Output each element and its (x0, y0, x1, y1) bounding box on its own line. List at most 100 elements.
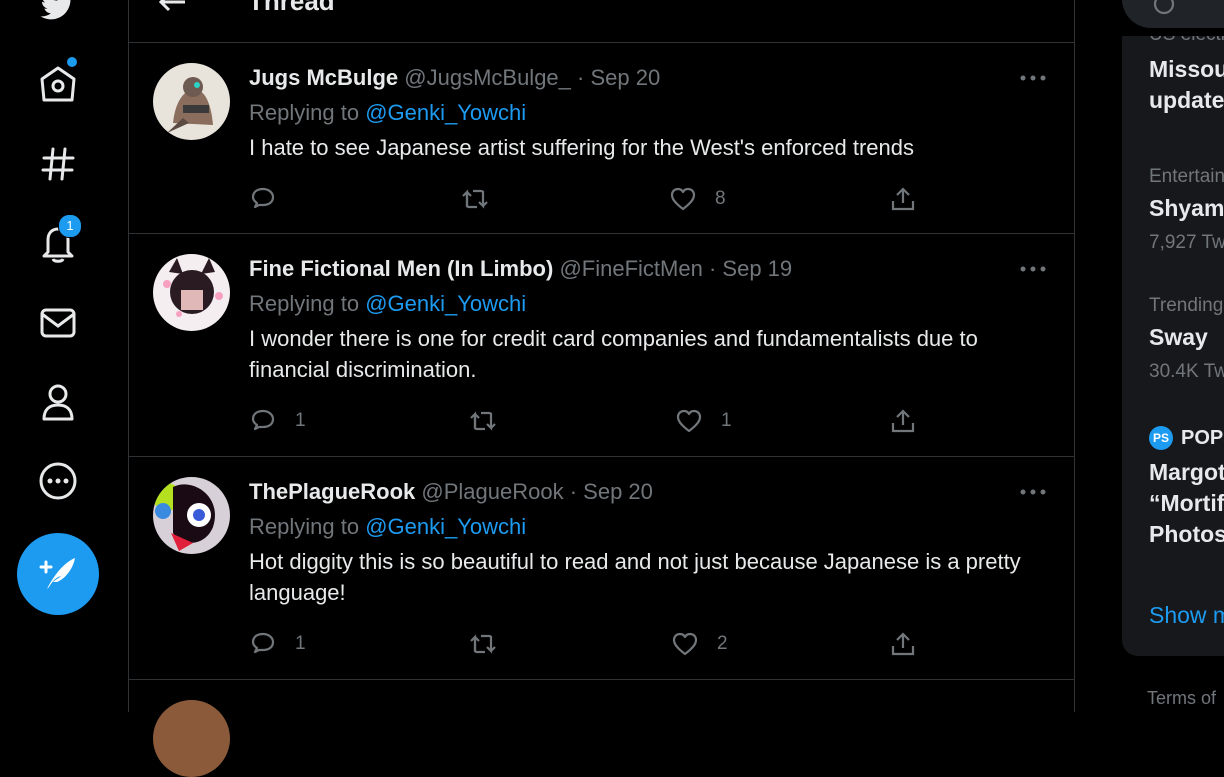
news-source: PS POPS (1149, 426, 1224, 450)
reply-count: 1 (295, 410, 306, 431)
reply-icon (249, 630, 277, 658)
popsugar-logo-icon: PS (1149, 426, 1173, 450)
tweet-item[interactable] (129, 680, 1074, 777)
tweet-content: ThePlagueRook @PlagueRook · Sep 20 Reply… (249, 477, 1050, 608)
trend-title[interactable]: Missou update (1149, 54, 1224, 116)
tweet-content: Jugs McBulge @JugsMcBulge_ · Sep 20 Repl… (249, 63, 1050, 163)
author-handle[interactable]: @FineFictMen (559, 256, 702, 281)
like-count: 8 (715, 188, 726, 209)
retweet-icon (467, 407, 499, 435)
messages-envelope-icon[interactable] (36, 301, 80, 345)
news-headline[interactable]: Margot “Mortif Photos (1149, 457, 1224, 550)
reply-button[interactable]: 1 (249, 630, 306, 658)
author-handle[interactable]: @PlagueRook (421, 479, 563, 504)
explore-hashtag-icon[interactable] (36, 142, 80, 186)
replying-to-handle[interactable]: @Genki_Yowchi (365, 514, 526, 539)
back-arrow-icon[interactable] (157, 0, 187, 14)
trend-title-line: update (1149, 87, 1224, 113)
avatar[interactable] (153, 63, 230, 140)
trend-meta: US electi (1149, 36, 1224, 46)
trend-title-line: Missou (1149, 56, 1224, 82)
tweet-content: Fine Fictional Men (In Limbo) @FineFictM… (249, 254, 1050, 385)
like-count: 1 (721, 410, 732, 431)
notifications-bell-icon[interactable]: 1 (36, 214, 82, 265)
author-handle[interactable]: @JugsMcBulge_ (404, 65, 571, 90)
home-icon[interactable] (36, 56, 80, 106)
tweet-actions: 1 1 (249, 407, 949, 437)
avatar[interactable] (153, 254, 230, 331)
trends-panel: US electi Missou update Entertain Shyam … (1122, 36, 1224, 656)
tweet-date[interactable]: Sep 20 (583, 479, 653, 504)
news-headline-line: Margot (1149, 459, 1224, 485)
compose-tweet-icon (39, 558, 75, 589)
tweet-header-line: Fine Fictional Men (In Limbo) @FineFictM… (249, 254, 1050, 284)
replying-to-handle[interactable]: @Genki_Yowchi (365, 100, 526, 125)
separator: · (569, 479, 578, 504)
search-icon (1152, 0, 1180, 20)
home-unread-dot (66, 56, 78, 68)
tweet-text: I hate to see Japanese artist suffering … (249, 135, 914, 160)
author-name[interactable]: ThePlagueRook (249, 479, 415, 504)
twitter-logo-icon[interactable] (36, 0, 80, 28)
show-more-link[interactable]: Show m (1149, 602, 1224, 629)
retweet-button[interactable] (467, 407, 517, 435)
more-options-icon[interactable] (1018, 68, 1048, 88)
news-headline-line: “Mortif (1149, 490, 1224, 516)
page-title: Thread (248, 0, 335, 16)
left-navigation: 1 (0, 0, 128, 712)
more-options-icon[interactable] (1018, 482, 1048, 502)
heart-icon (669, 185, 697, 213)
replying-to-line: Replying to @Genki_Yowchi (249, 289, 1050, 319)
separator: · (577, 65, 585, 90)
news-headline-line: Photos (1149, 521, 1224, 547)
tweet-item[interactable]: ThePlagueRook @PlagueRook · Sep 20 Reply… (129, 457, 1074, 680)
reply-button[interactable]: 1 (249, 407, 306, 435)
share-button[interactable] (889, 185, 917, 213)
compose-tweet-button[interactable] (17, 533, 99, 615)
like-button[interactable]: 1 (675, 407, 732, 435)
avatar[interactable] (153, 477, 230, 554)
heart-icon (675, 407, 703, 435)
profile-icon[interactable] (36, 380, 80, 424)
notification-count-badge: 1 (58, 214, 82, 238)
tweet-text: Hot diggity this is so beautiful to read… (249, 549, 1021, 605)
like-count: 2 (717, 633, 728, 654)
replying-to-handle[interactable]: @Genki_Yowchi (365, 291, 526, 316)
retweet-icon (467, 630, 499, 658)
retweet-icon (459, 185, 491, 213)
tweet-actions: 1 2 (249, 630, 949, 660)
trend-meta: Entertain (1149, 166, 1224, 187)
share-button[interactable] (889, 630, 917, 658)
more-options-icon[interactable] (1018, 259, 1048, 279)
separator: · (708, 256, 717, 281)
thread-header: Thread (129, 0, 1074, 43)
tweet-header-line: ThePlagueRook @PlagueRook · Sep 20 (249, 477, 1050, 507)
tweet-item[interactable]: Fine Fictional Men (In Limbo) @FineFictM… (129, 234, 1074, 457)
trend-title[interactable]: Sway (1149, 322, 1208, 353)
retweet-button[interactable] (467, 630, 517, 658)
replying-to-line: Replying to @Genki_Yowchi (249, 98, 1050, 128)
replying-prefix: Replying to (249, 514, 360, 539)
main-column: Thread Jugs McBulge @JugsMcBulge_ · Sep … (128, 0, 1075, 777)
reply-button[interactable] (249, 185, 295, 213)
trend-title[interactable]: Shyam (1149, 193, 1224, 224)
tweet-item[interactable]: Jugs McBulge @JugsMcBulge_ · Sep 20 Repl… (129, 43, 1074, 234)
tweet-date[interactable]: Sep 19 (722, 256, 792, 281)
replying-prefix: Replying to (249, 291, 360, 316)
like-button[interactable]: 8 (669, 185, 726, 213)
replying-to-line: Replying to @Genki_Yowchi (249, 512, 1050, 542)
right-sidebar: US electi Missou update Entertain Shyam … (1122, 0, 1224, 712)
share-button[interactable] (889, 407, 917, 435)
tweet-text: I wonder there is one for credit card co… (249, 326, 978, 382)
tweet-date[interactable]: Sep 20 (590, 65, 660, 90)
search-input[interactable] (1122, 0, 1224, 28)
share-icon (889, 407, 917, 435)
author-name[interactable]: Jugs McBulge (249, 65, 398, 90)
more-circle-icon[interactable] (36, 459, 80, 503)
retweet-button[interactable] (459, 185, 509, 213)
author-name[interactable]: Fine Fictional Men (In Limbo) (249, 256, 553, 281)
replying-prefix: Replying to (249, 100, 360, 125)
share-icon (889, 630, 917, 658)
like-button[interactable]: 2 (671, 630, 728, 658)
terms-link[interactable]: Terms of (1147, 688, 1216, 709)
